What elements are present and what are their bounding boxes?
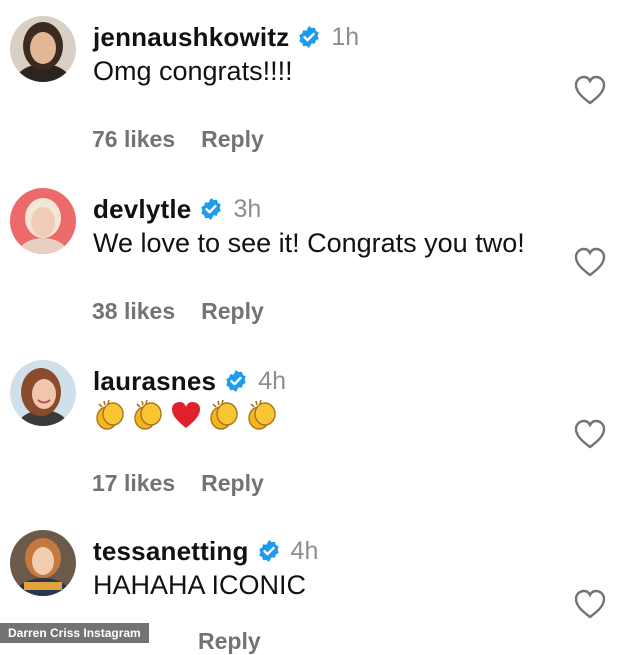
verified-badge-icon [224,369,248,393]
avatar[interactable] [10,188,76,254]
clapping-hands-icon [93,398,127,432]
comment-item: laurasnes 4h 17 likes Reply [0,360,634,510]
timestamp[interactable]: 4h [258,367,286,396]
avatar[interactable] [10,16,76,82]
avatar[interactable] [10,360,76,426]
clapping-hands-icon [245,398,279,432]
username-row: laurasnes 4h [93,364,286,398]
username[interactable]: jennaushkowitz [93,22,289,53]
likes-count[interactable]: 17 likes [92,470,175,497]
reply-button[interactable]: Reply [198,628,261,655]
verified-badge-icon [297,25,321,49]
comment-text: HAHAHA ICONIC [93,570,307,600]
verified-badge-icon [199,197,223,221]
reply-button[interactable]: Reply [201,298,264,325]
username[interactable]: devlytle [93,194,191,225]
emoji-row [93,398,279,432]
clapping-hands-icon [131,398,165,432]
heart-outline-icon[interactable] [573,588,607,620]
source-watermark: Darren Criss Instagram [0,623,149,643]
comment-item: jennaushkowitz 1h Omg congrats!!!! 76 li… [0,16,634,166]
red-heart-icon [169,398,203,432]
likes-count[interactable]: 38 likes [92,298,175,325]
comment-text: We love to see it! Congrats you two! [93,228,525,258]
comment-meta: 38 likes Reply [92,298,264,325]
heart-outline-icon[interactable] [573,418,607,450]
username[interactable]: laurasnes [93,366,216,397]
clapping-hands-icon [207,398,241,432]
comment-item: devlytle 3h We love to see it! Congrats … [0,188,634,338]
username-row: jennaushkowitz 1h [93,20,359,54]
username[interactable]: tessanetting [93,536,249,567]
comment-text: Omg congrats!!!! [93,56,293,86]
username-row: tessanetting 4h [93,534,318,568]
timestamp[interactable]: 4h [291,537,319,566]
username-row: devlytle 3h [93,192,261,226]
avatar[interactable] [10,530,76,596]
timestamp[interactable]: 3h [233,195,261,224]
comment-meta: 17 likes Reply [92,470,264,497]
reply-button[interactable]: Reply [201,470,264,497]
timestamp[interactable]: 1h [331,23,359,52]
comment-meta: 76 likes Reply [92,126,264,153]
heart-outline-icon[interactable] [573,74,607,106]
reply-button[interactable]: Reply [201,126,264,153]
heart-outline-icon[interactable] [573,246,607,278]
verified-badge-icon [257,539,281,563]
likes-count[interactable]: 76 likes [92,126,175,153]
